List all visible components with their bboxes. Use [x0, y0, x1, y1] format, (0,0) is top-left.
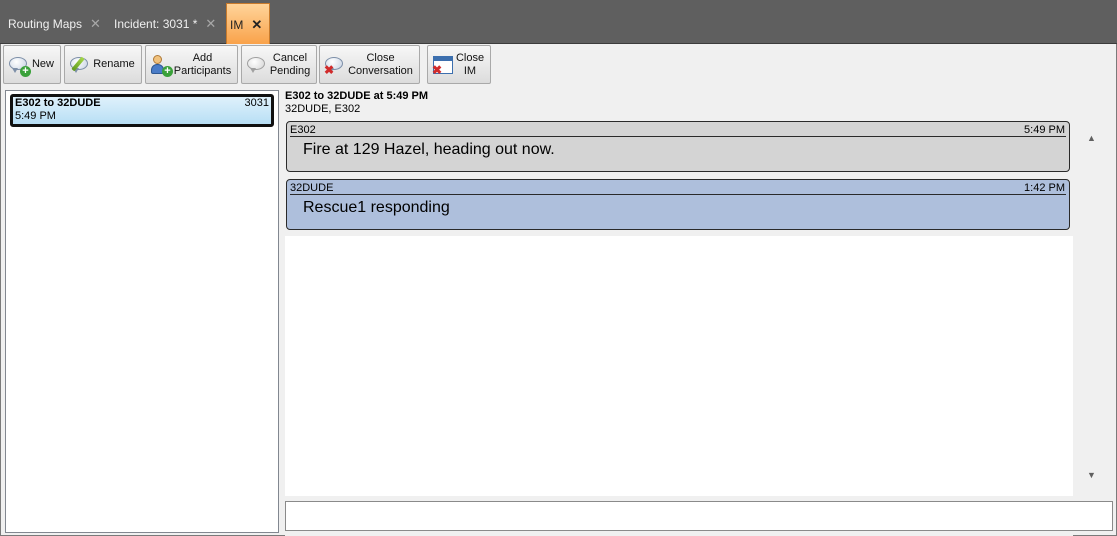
tab-strip: Routing Maps ✕ Incident: 3031 * ✕ IM ✕ — [0, 0, 1117, 44]
close-icon[interactable]: ✕ — [251, 18, 262, 31]
scroll-up-icon[interactable]: ▲ — [1087, 133, 1096, 143]
message-header: 32DUDE 1:42 PM — [290, 182, 1066, 195]
message-time: 1:42 PM — [1024, 182, 1065, 194]
tab-label: Routing Maps — [8, 17, 83, 31]
pending-chat-icon — [246, 54, 268, 76]
message-text: Rescue1 responding — [303, 199, 450, 216]
conversation-list[interactable]: E302 to 32DUDE 3031 5:49 PM — [5, 90, 279, 533]
list-item[interactable]: E302 to 32DUDE 3031 5:49 PM — [10, 94, 274, 127]
add-user-icon: + — [150, 54, 173, 77]
message-sender: E302 — [290, 124, 316, 136]
new-chat-icon: + — [8, 54, 31, 77]
message-area-background — [285, 236, 1073, 496]
message-sender: 32DUDE — [290, 182, 334, 194]
tab-im[interactable]: IM ✕ — [226, 3, 270, 44]
participants: 32DUDE, E302 — [285, 103, 361, 115]
message-time: 5:49 PM — [1024, 124, 1065, 136]
close-window-icon: ✖ — [432, 54, 454, 76]
cancel-pending-button[interactable]: Cancel Pending — [241, 45, 317, 84]
message-scrollbar[interactable]: ▲ ▼ — [1075, 120, 1111, 492]
tab-incident[interactable]: Incident: 3031 * ✕ — [114, 3, 216, 44]
close-icon[interactable]: ✕ — [205, 17, 216, 30]
close-conversation-button[interactable]: ✖ Close Conversation — [319, 45, 420, 84]
conversation-header: E302 to 32DUDE at 5:49 PM 32DUDE, E302 — [285, 90, 1085, 116]
close-icon[interactable]: ✕ — [90, 17, 101, 30]
scroll-down-icon[interactable]: ▼ — [1087, 470, 1096, 480]
close-im-button[interactable]: ✖ Close IM — [427, 45, 491, 84]
tab-label: Incident: 3031 * — [114, 17, 198, 31]
close-chat-icon: ✖ — [324, 54, 346, 76]
message-area: E302 5:49 PM Fire at 129 Hazel, heading … — [285, 118, 1073, 536]
conversation-title: E302 to 32DUDE — [15, 97, 101, 109]
im-panel: + New Rename + Add Participants Cancel P… — [0, 44, 1117, 536]
rename-chat-icon — [69, 54, 91, 76]
rename-button[interactable]: Rename — [64, 45, 142, 84]
message: 32DUDE 1:42 PM Rescue1 responding — [286, 179, 1070, 230]
toolbar: + New Rename + Add Participants Cancel P… — [1, 44, 1116, 86]
conversation-time: 5:49 PM — [15, 110, 56, 122]
message: E302 5:49 PM Fire at 129 Hazel, heading … — [286, 121, 1070, 172]
message-header: E302 5:49 PM — [290, 124, 1066, 137]
message-text: Fire at 129 Hazel, heading out now. — [303, 141, 555, 158]
add-participants-button[interactable]: + Add Participants — [145, 45, 238, 84]
conversation-heading: E302 to 32DUDE at 5:49 PM — [285, 90, 429, 102]
message-input[interactable] — [285, 501, 1113, 531]
tab-routing-maps[interactable]: Routing Maps ✕ — [8, 3, 101, 44]
tab-label: IM — [230, 18, 244, 32]
incident-number: 3031 — [244, 97, 269, 109]
new-button[interactable]: + New — [3, 45, 61, 84]
